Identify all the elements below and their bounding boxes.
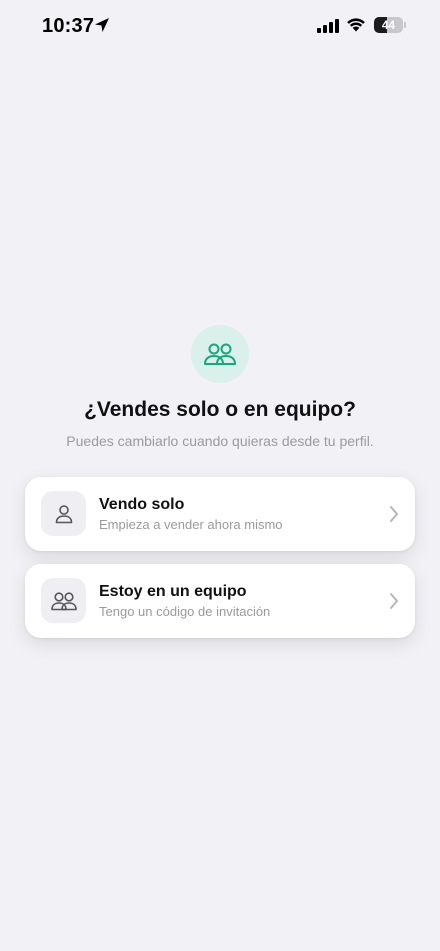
option-icon-box	[41, 491, 86, 536]
wifi-icon	[347, 18, 365, 32]
chevron-right-icon	[390, 506, 398, 522]
hero-users-badge	[191, 325, 249, 383]
cellular-signal-icon	[317, 19, 339, 33]
battery-body: 44	[374, 17, 403, 33]
battery-indicator: 44	[374, 17, 406, 33]
option-sell-solo[interactable]: Vendo solo Empieza a vender ahora mismo	[25, 477, 415, 551]
screen: 10:37 44 ¿Vendes solo o en equipo? Puede…	[0, 0, 440, 951]
status-bar: 10:37 44	[0, 0, 440, 54]
option-icon-box	[41, 578, 86, 623]
page-subtitle: Puedes cambiarlo cuando quieras desde tu…	[66, 433, 374, 449]
chevron-right-icon	[390, 593, 398, 609]
battery-percentage: 44	[381, 18, 396, 32]
option-subtitle: Empieza a vender ahora mismo	[99, 517, 283, 532]
option-subtitle: Tengo un código de invitación	[99, 604, 271, 619]
battery-cap	[404, 22, 406, 28]
option-join-team[interactable]: Estoy en un equipo Tengo un código de in…	[25, 564, 415, 638]
user-icon	[55, 504, 72, 523]
option-title: Vendo solo	[99, 496, 185, 513]
users-icon	[204, 343, 236, 365]
page-title: ¿Vendes solo o en equipo?	[84, 398, 356, 421]
location-arrow-icon	[95, 18, 109, 32]
status-time: 10:37	[42, 15, 95, 37]
option-title: Estoy en un equipo	[99, 583, 247, 600]
users-icon	[50, 591, 77, 610]
